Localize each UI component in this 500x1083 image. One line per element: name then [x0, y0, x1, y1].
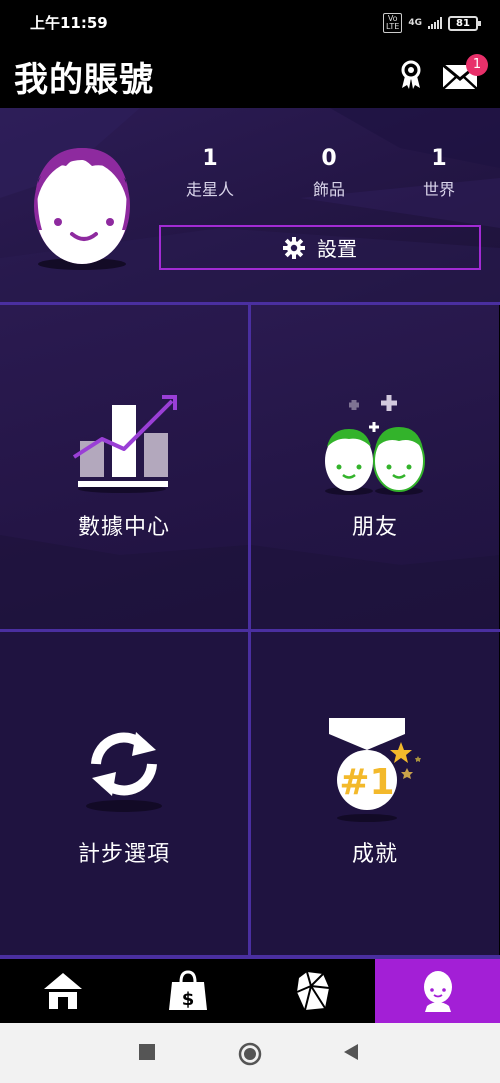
status-icons: Vo LTE 4G 81 — [383, 13, 481, 33]
award-button[interactable] — [396, 58, 426, 90]
stat-label: 飾品 — [312, 180, 345, 199]
award-ribbon-icon — [401, 60, 421, 89]
settings-button[interactable]: 設置 — [159, 225, 481, 270]
settings-label: 設置 — [317, 237, 357, 261]
tile-friends[interactable]: 朋友 — [251, 305, 499, 629]
volte-icon: Vo LTE — [383, 13, 403, 33]
friends-icon — [325, 395, 425, 495]
svg-text:$: $ — [181, 989, 194, 1010]
bottom-nav: $ — [0, 959, 500, 1023]
status-bar: 上午11:59 Vo LTE 4G 81 — [0, 0, 500, 44]
gear-icon — [283, 236, 305, 259]
nav-gems[interactable] — [250, 959, 375, 1023]
stat-value: 1 — [431, 146, 447, 171]
avatar[interactable] — [30, 140, 134, 270]
stat-walkers: 1 走星人 — [160, 144, 260, 200]
battery-icon: 81 — [448, 15, 481, 31]
stat-value: 0 — [321, 146, 337, 171]
nav-profile[interactable] — [375, 959, 500, 1023]
system-nav-bar — [0, 1023, 500, 1083]
nav-home[interactable] — [0, 959, 125, 1023]
tile-label: 計步選項 — [77, 842, 170, 867]
network-type: 4G — [408, 18, 422, 28]
stat-worlds: 1 世界 — [389, 144, 489, 200]
divider-vertical — [248, 305, 251, 957]
tile-label: 數據中心 — [77, 515, 170, 540]
stat-label: 世界 — [422, 180, 455, 199]
notification-badge: 1 — [466, 54, 488, 76]
back-button[interactable] — [342, 1043, 360, 1061]
chart-icon — [72, 395, 177, 493]
tile-label: 成就 — [351, 842, 398, 867]
tile-achievements[interactable]: #1 成就 — [251, 632, 499, 956]
profile-icon — [423, 971, 452, 1012]
stat-accessories: 0 飾品 — [279, 144, 379, 200]
svg-text:#1: #1 — [339, 762, 394, 803]
recent-apps-button[interactable] — [138, 1043, 156, 1061]
profile-section: 1 走星人 0 飾品 1 世界 設置 — [0, 108, 500, 302]
stat-label: 走星人 — [185, 180, 234, 199]
gem-icon — [296, 971, 329, 1011]
tile-label: 朋友 — [351, 515, 398, 540]
mail-button[interactable]: 1 — [440, 54, 488, 92]
status-time: 上午11:59 — [30, 14, 108, 32]
shop-bag-icon: $ — [168, 970, 207, 1010]
home-button[interactable] — [238, 1042, 262, 1066]
app-header: 我的賬號 1 — [0, 44, 500, 108]
tile-data-center[interactable]: 數據中心 — [0, 305, 248, 629]
home-icon — [43, 973, 82, 1009]
stat-value: 1 — [202, 146, 218, 171]
nav-shop[interactable]: $ — [125, 959, 250, 1023]
signal-icon — [428, 17, 442, 29]
page-title: 我的賬號 — [14, 60, 154, 100]
medal-icon: #1 — [329, 718, 421, 822]
tile-step-options[interactable]: 計步選項 — [0, 632, 248, 956]
sync-icon — [86, 732, 162, 812]
